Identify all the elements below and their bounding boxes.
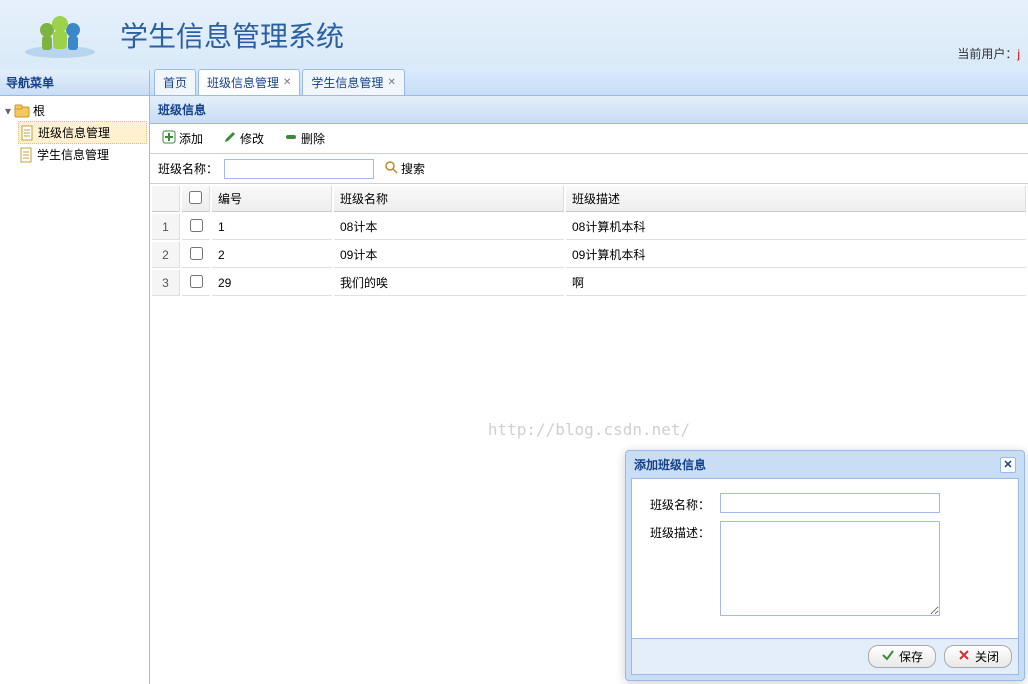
search-icon [384, 160, 398, 177]
tab-label: 班级信息管理 [207, 74, 279, 91]
toolbar: 添加 修改 删除 [150, 124, 1028, 154]
button-label: 删除 [301, 130, 325, 147]
nav-title: 导航菜单 [0, 70, 149, 96]
cell-desc: 08计算机本科 [566, 214, 1026, 240]
document-icon [19, 125, 35, 141]
tab-strip: 首页 班级信息管理 ✕ 学生信息管理 ✕ [150, 70, 1028, 96]
cell-name: 09计本 [334, 242, 564, 268]
delete-button[interactable]: 删除 [280, 128, 329, 149]
col-name[interactable]: 班级名称 [334, 186, 564, 212]
desc-label: 班级描述： [650, 521, 720, 616]
tab-student[interactable]: 学生信息管理 ✕ [302, 69, 404, 95]
collapse-icon[interactable]: ▾ [2, 104, 14, 118]
main-area: 首页 班级信息管理 ✕ 学生信息管理 ✕ 班级信息 添加 [150, 70, 1028, 684]
tab-home[interactable]: 首页 [154, 69, 196, 95]
button-label: 关闭 [975, 648, 999, 665]
search-button[interactable]: 搜索 [380, 158, 429, 179]
tree-item-label: 班级信息管理 [38, 124, 110, 141]
app-title: 学生信息管理系统 [120, 15, 344, 55]
plus-icon [162, 130, 176, 147]
current-user: 当前用户：j [957, 45, 1020, 62]
tab-label: 首页 [163, 74, 187, 91]
row-check[interactable] [190, 275, 203, 288]
tree-item-student[interactable]: 学生信息管理 [18, 144, 147, 165]
check-all[interactable] [189, 191, 202, 204]
check-icon [881, 648, 895, 665]
add-button[interactable]: 添加 [158, 128, 207, 149]
button-label: 搜索 [401, 160, 425, 177]
watermark: http://blog.csdn.net/ [488, 420, 690, 439]
current-user-name: j [1017, 47, 1020, 61]
col-id[interactable]: 编号 [212, 186, 332, 212]
cell-id: 29 [212, 270, 332, 296]
row-num: 3 [152, 270, 180, 296]
button-label: 修改 [240, 130, 264, 147]
col-check [182, 186, 210, 212]
table-row[interactable]: 2209计本09计算机本科 [152, 242, 1026, 268]
tree-root[interactable]: ▾ 根 [2, 100, 147, 121]
close-icon[interactable]: ✕ [387, 77, 395, 88]
button-label: 添加 [179, 130, 203, 147]
row-num: 1 [152, 214, 180, 240]
app-logo [10, 10, 110, 60]
sidebar: 导航菜单 ▾ 根 班级信息管理 [0, 70, 150, 684]
cell-id: 2 [212, 242, 332, 268]
edit-button[interactable]: 修改 [219, 128, 268, 149]
tree-root-label: 根 [33, 102, 45, 119]
add-dialog: 添加班级信息 ✕ 班级名称： 班级描述： 保存 [625, 450, 1025, 681]
col-rownum [152, 186, 180, 212]
table-row[interactable]: 3 29我们的唉啊 [152, 270, 1026, 296]
search-bar: 班级名称： 搜索 [150, 154, 1028, 184]
class-name-input[interactable] [720, 493, 940, 513]
cell-name: 08计本 [334, 214, 564, 240]
pencil-icon [223, 130, 237, 147]
col-desc[interactable]: 班级描述 [566, 186, 1026, 212]
close-icon[interactable]: ✕ [283, 77, 291, 88]
search-input[interactable] [224, 159, 374, 179]
data-grid: 编号 班级名称 班级描述 1108计本08计算机本科2209计本09计算机本科3… [150, 184, 1028, 298]
search-label: 班级名称： [158, 160, 218, 177]
folder-icon [14, 103, 30, 119]
tree-item-class[interactable]: 班级信息管理 [18, 121, 147, 144]
dialog-header[interactable]: 添加班级信息 ✕ [626, 451, 1024, 478]
close-button[interactable]: 关闭 [944, 645, 1012, 668]
table-row[interactable]: 1108计本08计算机本科 [152, 214, 1026, 240]
tab-class[interactable]: 班级信息管理 ✕ [198, 69, 300, 95]
save-button[interactable]: 保存 [868, 645, 936, 668]
panel-title: 班级信息 [150, 96, 1028, 124]
tree-item-label: 学生信息管理 [37, 146, 109, 163]
x-icon [957, 648, 971, 665]
name-label: 班级名称： [650, 493, 720, 513]
button-label: 保存 [899, 648, 923, 665]
tab-label: 学生信息管理 [311, 74, 383, 91]
document-icon [18, 147, 34, 163]
dialog-title: 添加班级信息 [634, 456, 706, 473]
cell-id: 1 [212, 214, 332, 240]
row-num: 2 [152, 242, 180, 268]
app-header: 学生信息管理系统 当前用户：j [0, 0, 1028, 70]
minus-icon [284, 130, 298, 147]
dialog-footer: 保存 关闭 [631, 639, 1019, 675]
cell-desc: 09计算机本科 [566, 242, 1026, 268]
cell-name: 我们的唉 [334, 270, 564, 296]
current-user-label: 当前用户： [957, 47, 1017, 61]
nav-tree: ▾ 根 班级信息管理 学生信息管理 [0, 96, 149, 169]
dialog-body: 班级名称： 班级描述： [631, 478, 1019, 639]
class-desc-textarea[interactable] [720, 521, 940, 616]
row-check[interactable] [190, 219, 203, 232]
close-icon[interactable]: ✕ [1000, 457, 1016, 473]
cell-desc: 啊 [566, 270, 1026, 296]
row-check[interactable] [190, 247, 203, 260]
